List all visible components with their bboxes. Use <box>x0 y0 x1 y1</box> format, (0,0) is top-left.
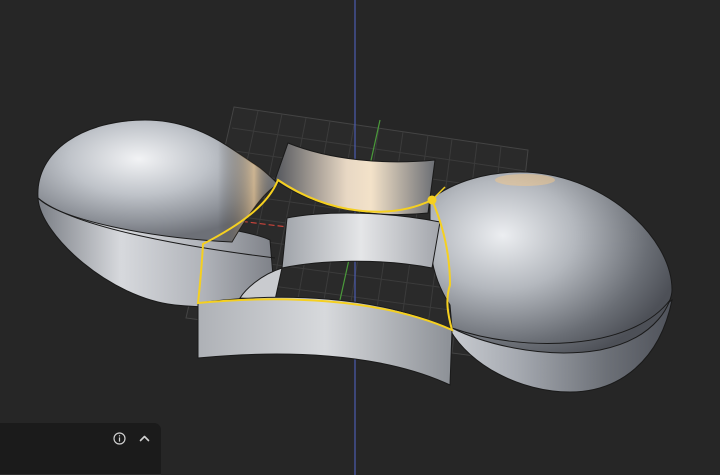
operator-panel <box>0 423 161 475</box>
3d-viewport[interactable] <box>0 0 720 475</box>
chevron-up-icon[interactable] <box>136 430 152 446</box>
info-circle-icon[interactable] <box>111 430 127 446</box>
right-dome-shell[interactable] <box>429 171 673 393</box>
active-vertex[interactable] <box>427 195 437 205</box>
